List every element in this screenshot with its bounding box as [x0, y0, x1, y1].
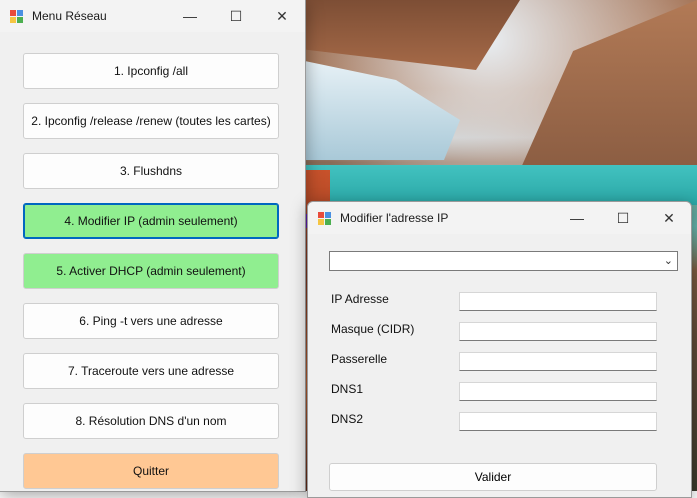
modifier-ip-button[interactable]: 4. Modifier IP (admin seulement) [23, 203, 279, 239]
dns1-field[interactable] [459, 382, 657, 401]
dns-resolution-button[interactable]: 8. Résolution DNS d'un nom [23, 403, 279, 439]
minimize-icon[interactable]: — [167, 0, 213, 32]
quit-button[interactable]: Quitter [23, 453, 279, 489]
adapter-select[interactable]: ⌄ [329, 251, 678, 271]
ip-address-label: IP Adresse [331, 292, 389, 306]
window-title: Modifier l'adresse IP [340, 211, 449, 225]
chevron-down-icon[interactable]: ⌄ [664, 254, 673, 267]
gateway-field[interactable] [459, 352, 657, 371]
titlebar[interactable]: Modifier l'adresse IP — ☐ ✕ [308, 202, 691, 234]
dns2-field[interactable] [459, 412, 657, 431]
dns2-label: DNS2 [331, 412, 364, 426]
activer-dhcp-button[interactable]: 5. Activer DHCP (admin seulement) [23, 253, 279, 289]
ipconfig-all-button[interactable]: 1. Ipconfig /all [23, 53, 279, 89]
wallpaper-mountain [300, 0, 520, 70]
maximize-icon[interactable]: ☐ [600, 202, 646, 234]
app-icon [318, 212, 332, 226]
release-renew-button[interactable]: 2. Ipconfig /release /renew (toutes les … [23, 103, 279, 139]
wallpaper-mountain [520, 0, 697, 170]
subnet-mask-label: Masque (CIDR) [331, 322, 415, 336]
flushdns-button[interactable]: 3. Flushdns [23, 153, 279, 189]
close-icon[interactable]: ✕ [646, 202, 692, 234]
ip-address-field[interactable] [459, 292, 657, 311]
valider-button[interactable]: Valider [329, 463, 657, 491]
maximize-icon[interactable]: ☐ [213, 0, 259, 32]
wallpaper-lake [300, 165, 697, 205]
close-icon[interactable]: ✕ [259, 0, 305, 32]
ping-button[interactable]: 6. Ping -t vers une adresse [23, 303, 279, 339]
dns1-label: DNS1 [331, 382, 364, 396]
traceroute-button[interactable]: 7. Traceroute vers une adresse [23, 353, 279, 389]
titlebar[interactable]: Menu Réseau — ☐ ✕ [0, 0, 305, 32]
wallpaper-glacier [300, 60, 460, 160]
minimize-icon[interactable]: — [554, 202, 600, 234]
window-title: Menu Réseau [32, 9, 107, 23]
modifier-ip-dialog: Modifier l'adresse IP — ☐ ✕ ⌄ IP Adresse… [307, 201, 692, 498]
subnet-mask-field[interactable] [459, 322, 657, 341]
menu-reseau-window: Menu Réseau — ☐ ✕ 1. Ipconfig /all 2. Ip… [0, 0, 306, 492]
gateway-label: Passerelle [331, 352, 388, 366]
app-icon [10, 10, 24, 24]
